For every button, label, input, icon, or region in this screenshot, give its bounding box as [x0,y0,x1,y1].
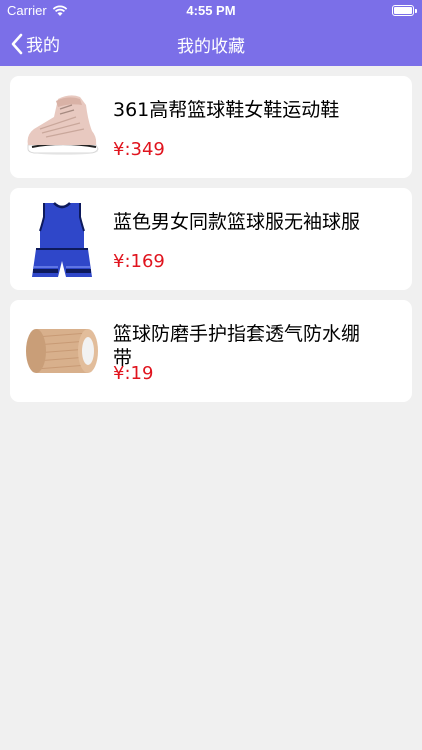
item-price: ¥:19 [113,363,154,384]
item-title: 蓝色男女同款篮球服无袖球服 [113,211,361,233]
jersey-icon [32,202,92,277]
status-bar: Carrier 4:55 PM [0,0,422,22]
header: Carrier 4:55 PM 我的 我的收藏 [0,0,422,66]
item-title: 361高帮篮球鞋女鞋运动鞋 [113,99,340,121]
item-price: ¥:169 [113,251,165,272]
favorite-item[interactable]: 蓝色男女同款篮球服无袖球服 ¥:169 [10,188,412,290]
bandage-roll-icon [26,329,98,373]
shoe-icon [27,95,99,155]
battery-icon [392,5,417,16]
page-title: 我的收藏 [177,37,245,57]
status-time: 4:55 PM [186,3,236,18]
favorites-list: 361高帮篮球鞋女鞋运动鞋 ¥:349 蓝色男女同款篮球服无袖球服 ¥:169 … [10,76,412,412]
item-price: ¥:349 [113,139,165,160]
nav-bar: 我的 我的收藏 [0,22,422,66]
favorite-item[interactable]: 篮球防磨手护指套透气防水绷带 ¥:19 [10,300,412,402]
favorite-item[interactable]: 361高帮篮球鞋女鞋运动鞋 ¥:349 [10,76,412,178]
